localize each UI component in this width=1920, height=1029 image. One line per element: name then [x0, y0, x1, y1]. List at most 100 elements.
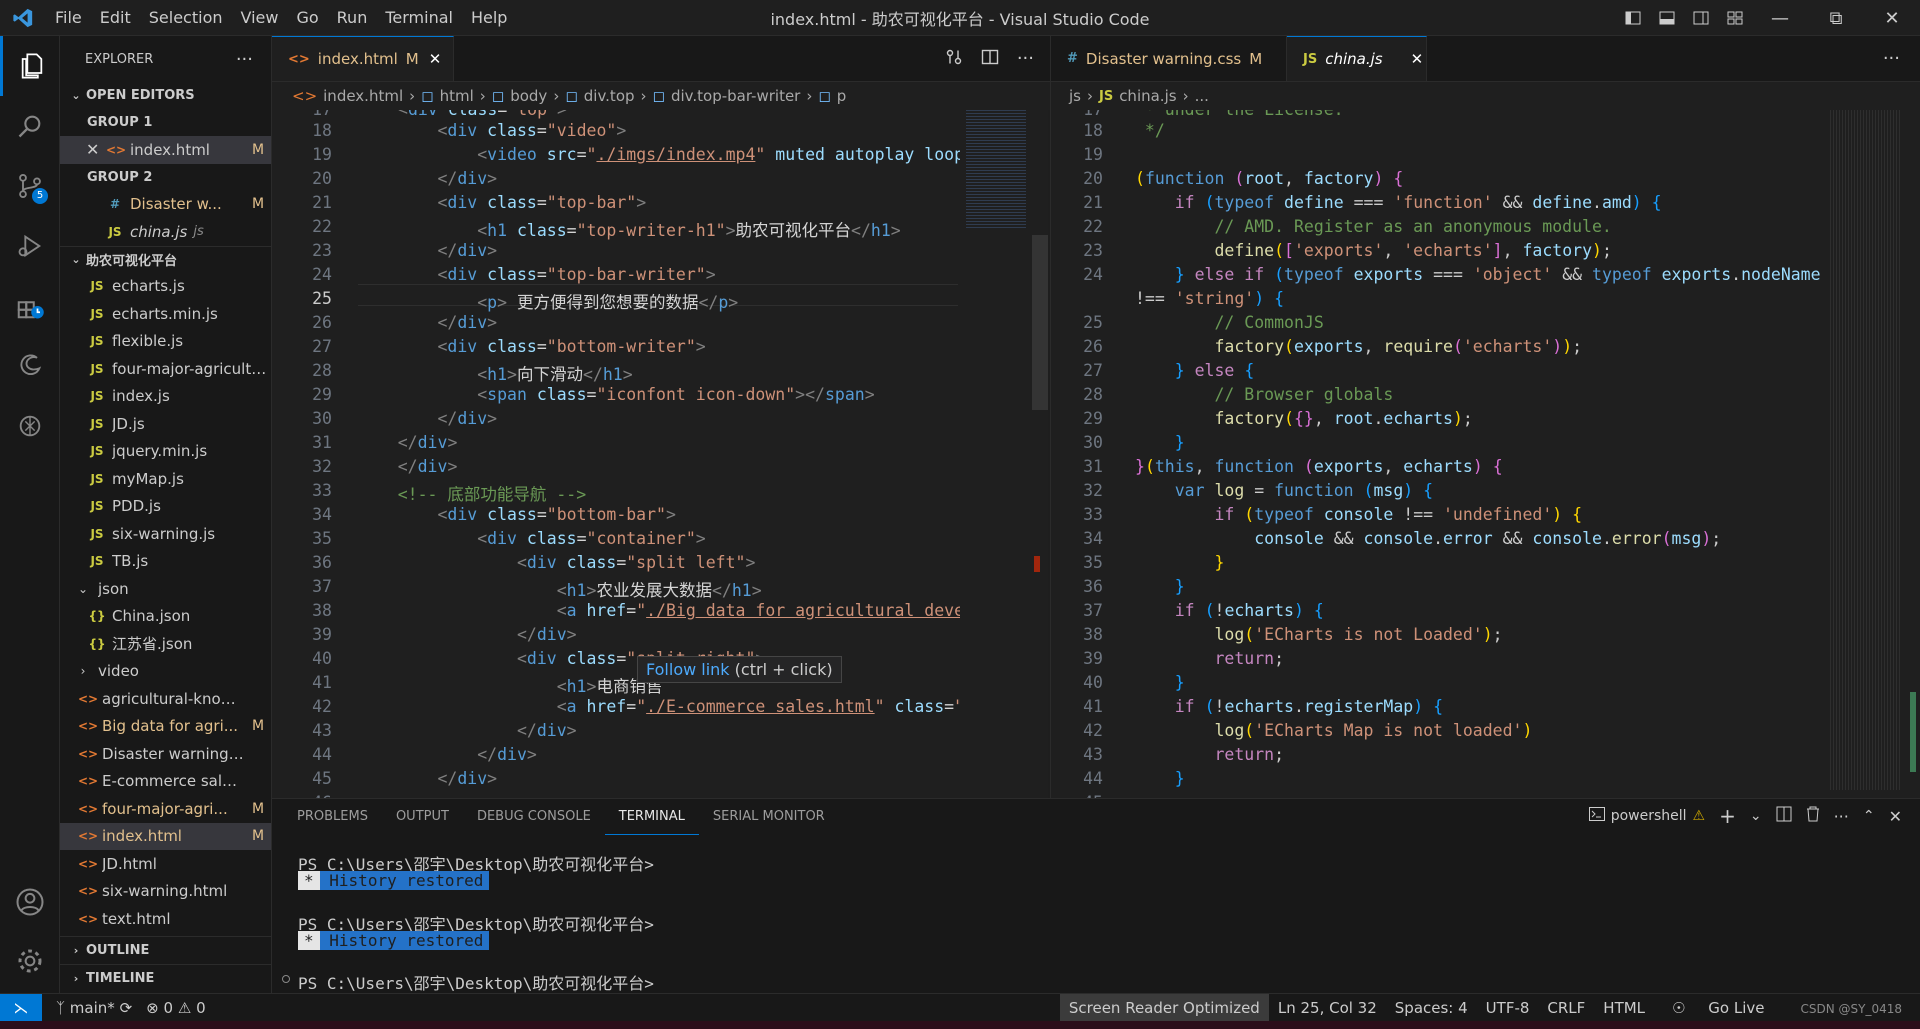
tab-terminal[interactable]: TERMINAL	[604, 800, 699, 835]
chevron-down-icon: ⌄	[77, 581, 89, 596]
source-control-icon[interactable]: 5	[0, 156, 60, 216]
extensions-icon[interactable]	[0, 276, 60, 336]
minimize-icon[interactable]: —	[1752, 8, 1808, 29]
edge-browser-icon[interactable]	[0, 336, 60, 396]
branch-indicator[interactable]: ᛉ main* ⟳	[56, 999, 132, 1017]
remote-icon[interactable]: ⋋	[0, 993, 42, 1022]
file-six-warning-js[interactable]: JS six-warning.js	[60, 520, 271, 548]
file-jquery-min-js[interactable]: JS jquery.min.js	[60, 438, 271, 466]
indentation[interactable]: Spaces: 4	[1386, 999, 1477, 1017]
customize-layout-icon[interactable]	[1718, 10, 1752, 26]
screen-reader-status[interactable]: Screen Reader Optimized	[1059, 994, 1269, 1022]
right-code-editor[interactable]: 17 * under the License. 18 */ 19 20(func…	[1051, 110, 1826, 798]
file-echarts-js[interactable]: JS echarts.js	[60, 273, 271, 301]
file-index-html[interactable]: <> index.html M	[60, 822, 271, 850]
right-minimap[interactable]	[1826, 110, 1906, 798]
open-editor-index-html[interactable]: ✕ <> index.html M	[60, 136, 271, 164]
maximize-panel-icon[interactable]: ⌃	[1863, 808, 1875, 824]
sync-icon: ⟳	[119, 998, 133, 1017]
menu-run[interactable]: Run	[328, 0, 377, 36]
new-terminal-icon[interactable]: +	[1719, 804, 1736, 828]
file-jiangsu-json[interactable]: {} 江苏省.json	[60, 630, 271, 658]
menu-terminal[interactable]: Terminal	[376, 0, 462, 36]
file-four-major-agricultu-[interactable]: JS four-major-agricultu...	[60, 355, 271, 383]
more-actions-icon[interactable]: ···	[1834, 807, 1849, 826]
file-e-commerce-sales-html[interactable]: <>E-commerce sales.html	[60, 768, 271, 796]
terminal-prompt-3[interactable]: PS C:\Users\邵宇\Desktop\助农可视化平台>	[298, 970, 654, 994]
timeline-header[interactable]: › TIMELINE	[60, 964, 271, 991]
close-tab-icon[interactable]: ✕	[429, 50, 442, 68]
settings-gear-icon[interactable]	[0, 931, 60, 991]
file-jd-js[interactable]: JS JD.js	[60, 410, 271, 438]
file-echarts-min-js[interactable]: JS echarts.min.js	[60, 300, 271, 328]
toggle-sidebar-icon[interactable]	[1616, 10, 1650, 26]
right-scrollbar[interactable]	[1906, 110, 1920, 798]
menu-help[interactable]: Help	[462, 0, 516, 36]
chatgpt-icon[interactable]	[0, 396, 60, 456]
explorer-more-icon[interactable]: ···	[236, 49, 253, 70]
toggle-panel-icon[interactable]	[1650, 10, 1684, 26]
tab-problems[interactable]: PROBLEMS	[283, 800, 382, 834]
right-breadcrumb: js › JS china.js › ...	[1051, 82, 1920, 110]
more-actions-icon[interactable]: ···	[1017, 48, 1034, 69]
file-big-data-for-agri-[interactable]: <> Big data for agri... M	[60, 713, 271, 741]
tab-debug-console[interactable]: DEBUG CONSOLE	[463, 800, 605, 834]
language-mode[interactable]: HTML	[1594, 999, 1654, 1017]
left-scrollbar[interactable]	[1032, 110, 1048, 798]
menu-file[interactable]: File	[46, 0, 91, 36]
terminal-shell-selector[interactable]: powershell ⚠	[1588, 807, 1705, 825]
tab-china-js[interactable]: JS china.js ✕	[1287, 36, 1427, 81]
cursor-position[interactable]: Ln 25, Col 32	[1269, 999, 1386, 1017]
tab-index-html[interactable]: <> index.html M ✕	[272, 36, 455, 81]
outline-header[interactable]: › OUTLINE	[60, 936, 271, 963]
file-six-warning-html[interactable]: <> six-warning.html	[60, 878, 271, 906]
tab-disaster-css[interactable]: # Disaster warning.css M	[1051, 36, 1287, 81]
close-window-icon[interactable]: ✕	[1864, 8, 1920, 29]
problems-indicator[interactable]: ⊗ 0 ⚠ 0	[146, 999, 205, 1017]
menu-go[interactable]: Go	[287, 0, 327, 36]
file-flexible-js[interactable]: JS flexible.js	[60, 328, 271, 356]
open-editor-china-js[interactable]: JS china.js js	[60, 218, 271, 246]
folder-json[interactable]: ⌄ json	[60, 575, 271, 603]
split-terminal-icon[interactable]	[1776, 806, 1792, 826]
folder-video[interactable]: › video	[60, 658, 271, 686]
toggle-secondary-sidebar-icon[interactable]	[1684, 10, 1718, 26]
search-icon[interactable]	[0, 96, 60, 156]
file-pdd-js[interactable]: JS PDD.js	[60, 493, 271, 521]
menu-selection[interactable]: Selection	[140, 0, 232, 36]
file-agricultural-knowled-[interactable]: <>agricultural-knowled...	[60, 685, 271, 713]
project-folder-header[interactable]: ⌄ 助农可视化平台	[60, 245, 271, 273]
close-panel-icon[interactable]: ✕	[1889, 807, 1902, 826]
split-editor-icon[interactable]	[981, 48, 999, 70]
run-debug-icon[interactable]	[0, 216, 60, 276]
more-actions-icon[interactable]: ···	[1883, 36, 1920, 81]
open-changes-icon[interactable]	[945, 48, 963, 70]
kill-terminal-icon[interactable]	[1806, 806, 1820, 826]
file-four-major-agri-[interactable]: <> four-major-agri... M	[60, 795, 271, 823]
account-icon[interactable]	[0, 872, 60, 932]
line-ending[interactable]: CRLF	[1538, 999, 1594, 1017]
go-live-button[interactable]: ☉ Go Live	[1654, 999, 1782, 1017]
file-tb-js[interactable]: JS TB.js	[60, 548, 271, 576]
chevron-down-icon[interactable]: ⌄	[1750, 808, 1762, 824]
close-tab-icon[interactable]: ✕	[1411, 50, 1424, 68]
file-text-html[interactable]: <> text.html	[60, 905, 271, 933]
file-china-json[interactable]: {} China.json	[60, 603, 271, 631]
explorer-icon[interactable]	[0, 36, 60, 96]
file-disaster-warning-html[interactable]: <>Disaster warning.html	[60, 740, 271, 768]
restore-icon[interactable]: ⧉	[1808, 8, 1864, 29]
open-editor-disaster-css[interactable]: # Disaster w... M	[60, 191, 271, 219]
open-editors-header[interactable]: ⌄ OPEN EDITORS	[60, 82, 271, 109]
left-minimap[interactable]	[960, 110, 1032, 798]
tab-output[interactable]: OUTPUT	[382, 800, 463, 834]
left-code-editor[interactable]: 17<div class="top"> 18 <div class="video…	[272, 110, 960, 798]
file-mymap-js[interactable]: JS myMap.js	[60, 465, 271, 493]
menu-edit[interactable]: Edit	[91, 0, 140, 36]
encoding[interactable]: UTF-8	[1477, 999, 1539, 1017]
menu-view[interactable]: View	[232, 0, 288, 36]
tab-serial-monitor[interactable]: SERIAL MONITOR	[699, 800, 839, 834]
file-jd-html[interactable]: <> JD.html	[60, 850, 271, 878]
command-decoration-icon	[282, 975, 290, 983]
file-index-js[interactable]: JS index.js	[60, 383, 271, 411]
close-icon[interactable]: ✕	[86, 140, 106, 159]
